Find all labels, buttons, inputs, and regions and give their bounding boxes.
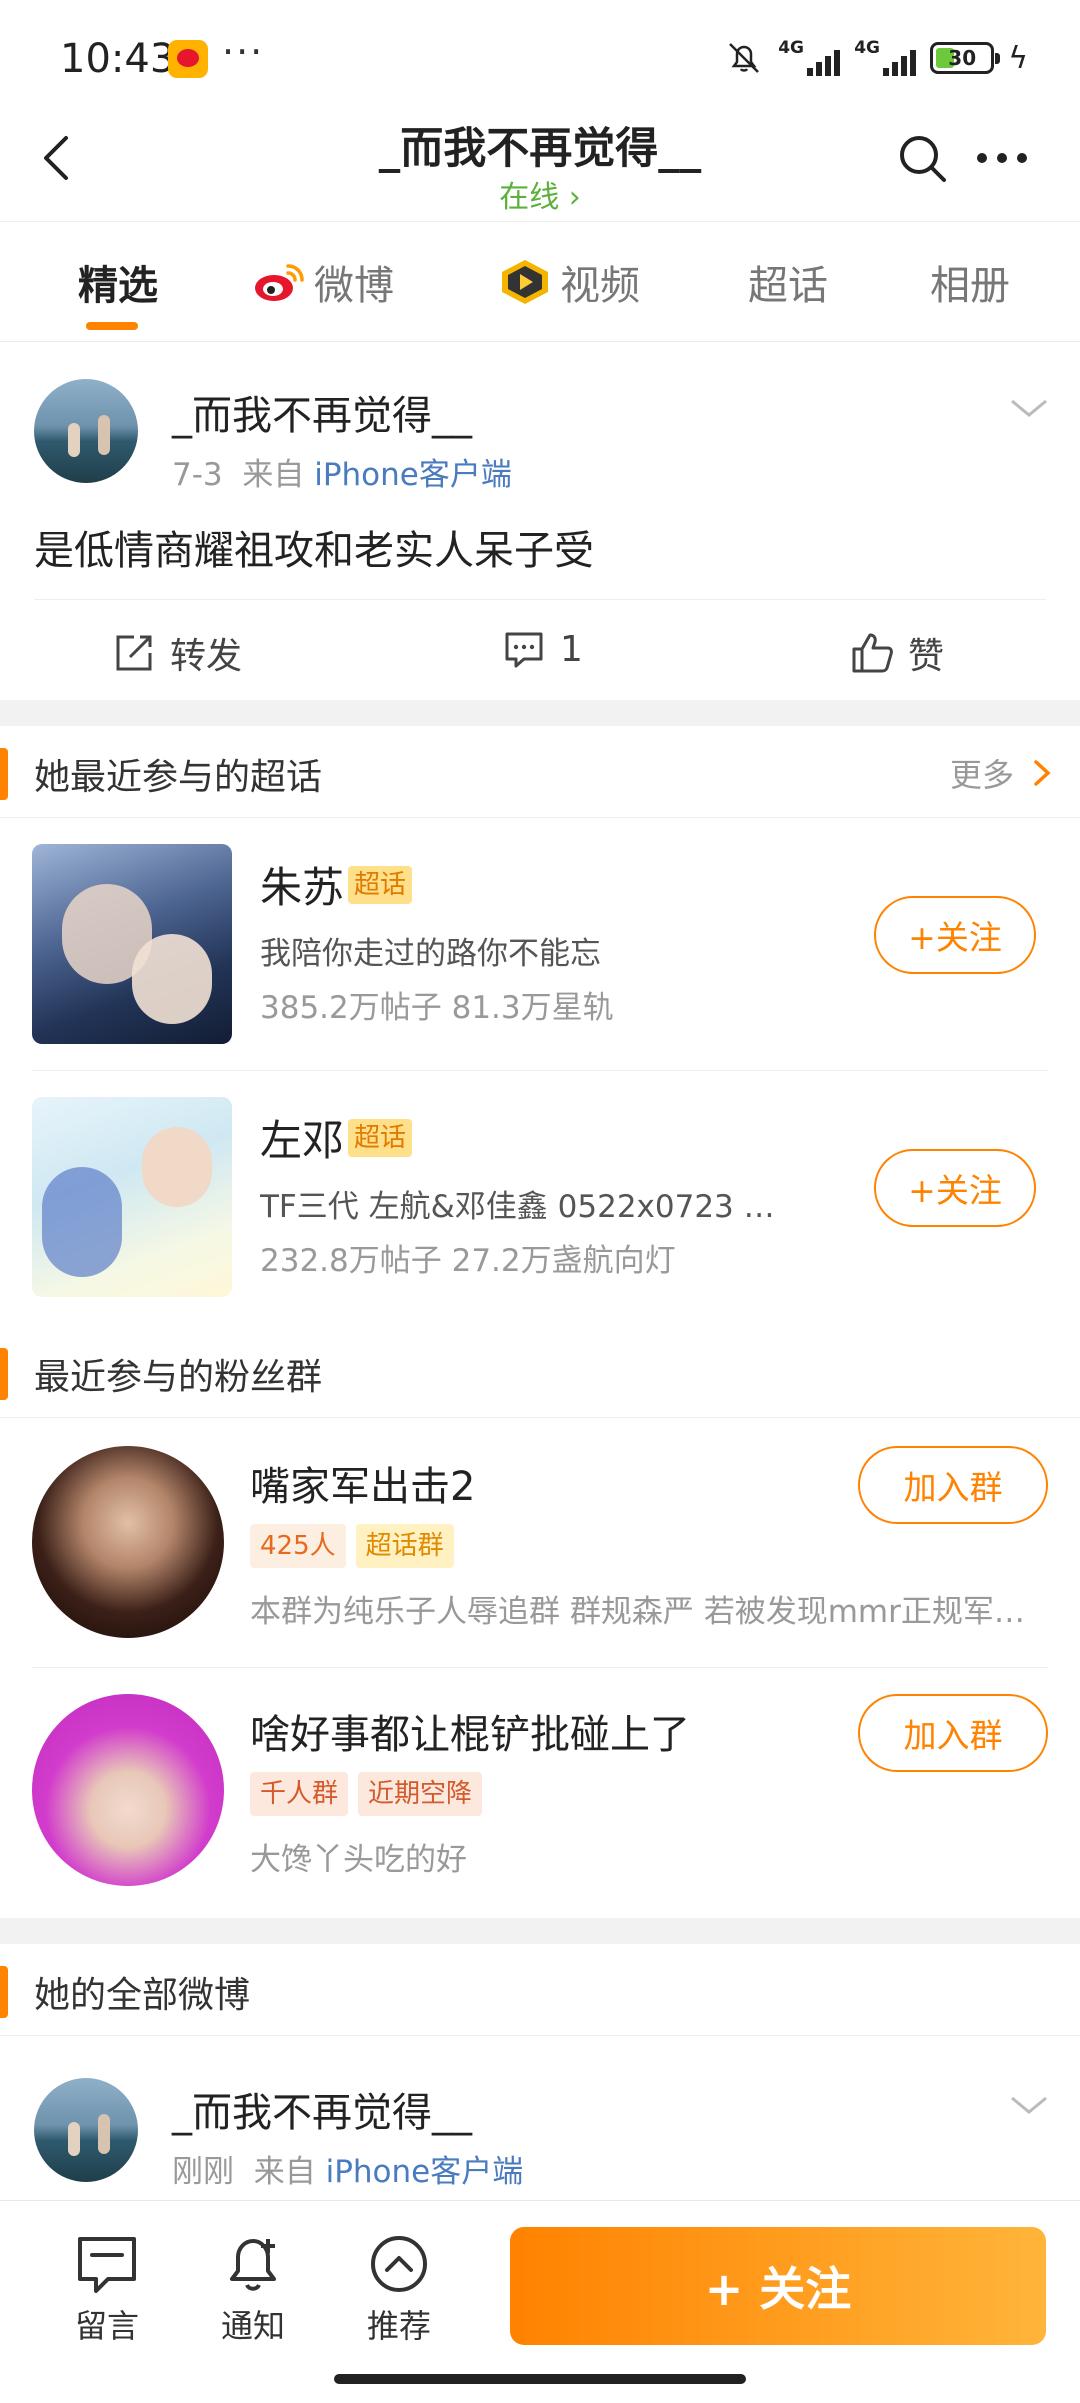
supertopic-name: 左邓 超话	[260, 1107, 413, 1168]
battery-icon: 30	[930, 42, 1001, 74]
message-icon	[78, 2237, 136, 2293]
repost-icon	[116, 635, 152, 671]
home-indicator	[334, 2374, 746, 2384]
comment-button[interactable]: 1	[502, 627, 583, 671]
charging-icon: ϟ	[1008, 40, 1028, 76]
section-accent	[0, 1966, 8, 2018]
comment-icon	[505, 632, 543, 668]
post-actions: 转发 1 赞	[0, 605, 1080, 697]
group-name: 啥好事都让棍铲批碰上了	[250, 1712, 690, 1758]
post-author[interactable]: _而我不再觉得__	[172, 383, 472, 441]
thumbs-up-icon	[852, 633, 893, 673]
status-icons: 4G 4G 30 ϟ	[724, 38, 1028, 78]
section-title: 她最近参与的超话	[34, 757, 323, 798]
section-gap	[0, 700, 1080, 726]
divider	[34, 599, 1046, 600]
tab-video[interactable]: 视频	[498, 252, 640, 312]
group-tag: 超话群	[355, 1524, 454, 1568]
section-accent	[0, 748, 8, 800]
chevron-up-circle-icon	[371, 2236, 427, 2292]
more-icon[interactable]	[972, 130, 1032, 186]
search-icon[interactable]	[894, 130, 950, 186]
bottom-toolbar: 留言 通知 推荐 + 关注	[0, 2200, 1080, 2403]
repost-button[interactable]: 转发	[112, 627, 242, 679]
notify-button[interactable]: 通知	[198, 2229, 308, 2347]
supertopic-row[interactable]: 朱苏 超话 我陪你走过的路你不能忘 385.2万帖子 81.3万星轨 +关注	[0, 818, 1080, 1070]
group-desc: 本群为纯乐子人辱追群 群规森严 若被发现mmr正规军…	[250, 1594, 1025, 1630]
tab-album[interactable]: 相册	[930, 252, 1010, 312]
signal-icon: 4G	[854, 38, 917, 78]
supertopic-stats: 232.8万帖子 27.2万盏航向灯	[260, 1243, 676, 1279]
profile-tabs: 精选 微博 视频 超话 相册	[0, 222, 1080, 342]
bell-plus-icon	[230, 2239, 276, 2291]
recommend-button[interactable]: 推荐	[344, 2229, 454, 2347]
top-nav-bar: _而我不再觉得__ 在线 ›	[0, 110, 1080, 222]
section-gap	[0, 1918, 1080, 1944]
avatar[interactable]	[34, 2078, 138, 2182]
chevron-down-icon[interactable]	[1008, 393, 1050, 423]
group-desc: 大馋丫头吃的好	[250, 1842, 467, 1878]
supertopic-tag: 超话	[348, 1118, 413, 1157]
all-weibo-header: 她的全部微博	[0, 1944, 1080, 2036]
weibo-notification-icon	[168, 40, 208, 78]
bell-muted-icon	[729, 43, 760, 73]
clock: 10:43	[60, 36, 176, 82]
weibo-logo-icon	[255, 264, 304, 301]
fan-group-row[interactable]: 嘴家军出击2 425人 超话群 本群为纯乐子人辱追群 群规森严 若被发现mmr正…	[0, 1420, 1080, 1670]
tab-featured[interactable]: 精选	[78, 252, 158, 312]
section-accent	[0, 1348, 8, 1400]
like-button[interactable]: 赞	[850, 627, 944, 679]
active-tab-indicator	[86, 322, 138, 330]
section-title: 她的全部微博	[34, 1975, 251, 2016]
group-tag: 千人群	[250, 1772, 349, 1816]
fan-group-row[interactable]: 啥好事都让棍铲批碰上了 千人群 近期空降 大馋丫头吃的好 加入群	[0, 1668, 1080, 1918]
group-avatar[interactable]	[32, 1694, 224, 1886]
status-bar: 10:43 ··· 4G 4G 30 ϟ	[0, 0, 1080, 110]
tab-supertopic[interactable]: 超话	[748, 252, 828, 312]
supertopic-cover-image[interactable]	[32, 844, 232, 1044]
supertopic-row[interactable]: 左邓 超话 TF三代 左航&邓佳鑫 0522x0723 … 232.8万帖子 2…	[0, 1071, 1080, 1323]
post-author[interactable]: _而我不再觉得__	[172, 2080, 472, 2138]
join-group-button[interactable]: 加入群	[858, 1446, 1048, 1524]
video-logo-icon	[502, 260, 548, 304]
avatar[interactable]	[34, 379, 138, 483]
supertopic-desc: 我陪你走过的路你不能忘	[260, 936, 601, 972]
supertopic-cover-image[interactable]	[32, 1097, 232, 1297]
post-card[interactable]: _而我不再觉得__ 刚刚 来自 iPhone客户端	[0, 2038, 1080, 2200]
supertopics-header: 她最近参与的超话 更多	[0, 726, 1080, 818]
message-button[interactable]: 留言	[52, 2229, 162, 2347]
more-notifications-icon: ···	[222, 30, 265, 74]
chevron-down-icon[interactable]	[1008, 2090, 1050, 2120]
supertopic-tag: 超话	[348, 865, 413, 904]
group-tag: 425人	[250, 1524, 346, 1568]
section-title: 最近参与的粉丝群	[34, 1357, 323, 1398]
join-group-button[interactable]: 加入群	[858, 1694, 1048, 1772]
supertopic-stats: 385.2万帖子 81.3万星轨	[260, 990, 614, 1026]
follow-supertopic-button[interactable]: +关注	[874, 1149, 1036, 1227]
group-name: 嘴家军出击2	[250, 1464, 476, 1510]
supertopic-desc: TF三代 左航&邓佳鑫 0522x0723 …	[260, 1189, 775, 1225]
post-text[interactable]: 是低情商耀祖攻和老实人呆子受	[34, 518, 594, 576]
chevron-right-icon[interactable]	[1030, 756, 1054, 790]
tab-weibo[interactable]: 微博	[252, 252, 394, 312]
post-meta: 刚刚 来自 iPhone客户端	[172, 2154, 524, 2190]
group-tag: 近期空降	[358, 1772, 483, 1816]
fan-groups-header: 最近参与的粉丝群	[0, 1326, 1080, 1418]
group-tags: 千人群 近期空降	[250, 1772, 483, 1816]
post-card[interactable]: _而我不再觉得__ 7-3 来自 iPhone客户端 是低情商耀祖攻和老实人呆子…	[0, 343, 1080, 700]
follow-supertopic-button[interactable]: +关注	[874, 896, 1036, 974]
more-link[interactable]: 更多	[950, 750, 1014, 796]
follow-button[interactable]: + 关注	[510, 2227, 1046, 2345]
group-avatar[interactable]	[32, 1446, 224, 1638]
group-tags: 425人 超话群	[250, 1524, 454, 1568]
post-meta: 7-3 来自 iPhone客户端	[172, 457, 512, 493]
supertopic-name: 朱苏 超话	[260, 854, 413, 915]
signal-icon: 4G	[778, 38, 841, 78]
